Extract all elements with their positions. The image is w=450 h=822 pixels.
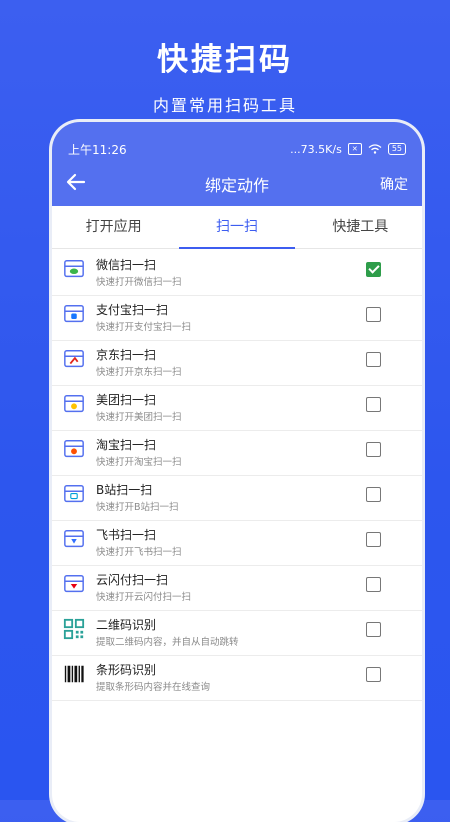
wifi-icon bbox=[368, 144, 382, 154]
item-checkbox[interactable] bbox=[366, 262, 381, 277]
list-item[interactable]: 二维码识别提取二维码内容，并自从自动跳转 bbox=[52, 610, 422, 656]
item-description: 快速打开淘宝扫一扫 bbox=[96, 457, 182, 468]
item-name: 淘宝扫一扫 bbox=[96, 438, 157, 452]
unionpay-scan-icon bbox=[64, 575, 84, 593]
list-item[interactable]: B站扫一扫快速打开B站扫一扫 bbox=[52, 475, 422, 521]
item-name: 京东扫一扫 bbox=[96, 348, 157, 362]
item-checkbox[interactable] bbox=[366, 307, 381, 322]
list-item[interactable]: 微信扫一扫快速打开微信扫一扫 bbox=[52, 250, 422, 296]
list-item[interactable]: 美团扫一扫快速打开美团扫一扫 bbox=[52, 385, 422, 431]
tab-scan[interactable]: 扫一扫 bbox=[175, 210, 298, 249]
item-name: 二维码识别 bbox=[96, 618, 157, 632]
app-bar: 上午11:26 ...73.5K/s ✕ 55 绑定动作 确定 bbox=[52, 122, 422, 206]
qr-code-icon bbox=[63, 618, 85, 640]
status-bar: 上午11:26 ...73.5K/s ✕ 55 bbox=[68, 140, 406, 158]
battery-icon: 55 bbox=[387, 143, 406, 155]
phone-screen: 上午11:26 ...73.5K/s ✕ 55 绑定动作 确定 打开应用 扫一扫… bbox=[52, 122, 422, 822]
item-name: 条形码识别 bbox=[96, 663, 157, 677]
list-item[interactable]: 条形码识别提取条形码内容并在线查询 bbox=[52, 655, 422, 701]
item-description: 提取二维码内容，并自从自动跳转 bbox=[96, 637, 239, 648]
item-name: 云闪付扫一扫 bbox=[96, 573, 169, 587]
list-item[interactable]: 飞书扫一扫快速打开飞书扫一扫 bbox=[52, 520, 422, 566]
item-description: 提取条形码内容并在线查询 bbox=[96, 682, 211, 693]
item-checkbox[interactable] bbox=[366, 487, 381, 502]
item-description: 快速打开微信扫一扫 bbox=[96, 277, 182, 288]
tab-quick-tools[interactable]: 快捷工具 bbox=[299, 210, 422, 248]
item-description: 快速打开美团扫一扫 bbox=[96, 412, 182, 423]
list-item[interactable]: 云闪付扫一扫快速打开云闪付扫一扫 bbox=[52, 565, 422, 611]
item-description: 快速打开B站扫一扫 bbox=[96, 502, 179, 513]
promo-subtitle: 内置常用扫码工具 bbox=[152, 96, 297, 115]
confirm-button[interactable]: 确定 bbox=[380, 174, 408, 194]
item-name: 微信扫一扫 bbox=[96, 258, 157, 272]
item-description: 快速打开云闪付扫一扫 bbox=[96, 592, 192, 603]
item-checkbox[interactable] bbox=[366, 622, 381, 637]
toolbar: 绑定动作 确定 bbox=[52, 166, 422, 202]
status-time: 上午11:26 bbox=[68, 142, 127, 157]
bilibili-scan-icon bbox=[64, 485, 84, 503]
item-description: 快速打开京东扫一扫 bbox=[96, 367, 182, 378]
jd-scan-icon bbox=[64, 350, 84, 368]
barcode-icon bbox=[64, 665, 84, 683]
promo-title: 快捷扫码 bbox=[157, 42, 293, 78]
alipay-scan-icon bbox=[64, 305, 84, 323]
tab-bar: 打开应用 扫一扫 快捷工具 bbox=[52, 210, 422, 249]
item-name: B站扫一扫 bbox=[96, 483, 153, 497]
sim-icon: ✕ bbox=[347, 143, 362, 155]
item-checkbox[interactable] bbox=[366, 667, 381, 682]
feishu-scan-icon bbox=[64, 530, 84, 548]
item-checkbox[interactable] bbox=[366, 352, 381, 367]
item-checkbox[interactable] bbox=[366, 397, 381, 412]
list-item[interactable]: 支付宝扫一扫快速打开支付宝扫一扫 bbox=[52, 295, 422, 341]
taobao-scan-icon bbox=[64, 440, 84, 458]
list-item[interactable]: 京东扫一扫快速打开京东扫一扫 bbox=[52, 340, 422, 386]
item-description: 快速打开支付宝扫一扫 bbox=[96, 322, 192, 333]
page-title: 绑定动作 bbox=[204, 176, 269, 195]
meituan-scan-icon bbox=[64, 395, 84, 413]
item-checkbox[interactable] bbox=[366, 442, 381, 457]
tab-open-app[interactable]: 打开应用 bbox=[52, 210, 175, 248]
item-checkbox[interactable] bbox=[366, 532, 381, 547]
item-checkbox[interactable] bbox=[366, 577, 381, 592]
item-name: 美团扫一扫 bbox=[96, 393, 157, 407]
item-description: 快速打开飞书扫一扫 bbox=[96, 547, 182, 558]
list-item[interactable]: 淘宝扫一扫快速打开淘宝扫一扫 bbox=[52, 430, 422, 476]
network-speed: ...73.5K/s bbox=[290, 142, 342, 156]
item-name: 飞书扫一扫 bbox=[96, 528, 157, 542]
wechat-scan-icon bbox=[64, 260, 84, 278]
item-name: 支付宝扫一扫 bbox=[96, 303, 169, 317]
